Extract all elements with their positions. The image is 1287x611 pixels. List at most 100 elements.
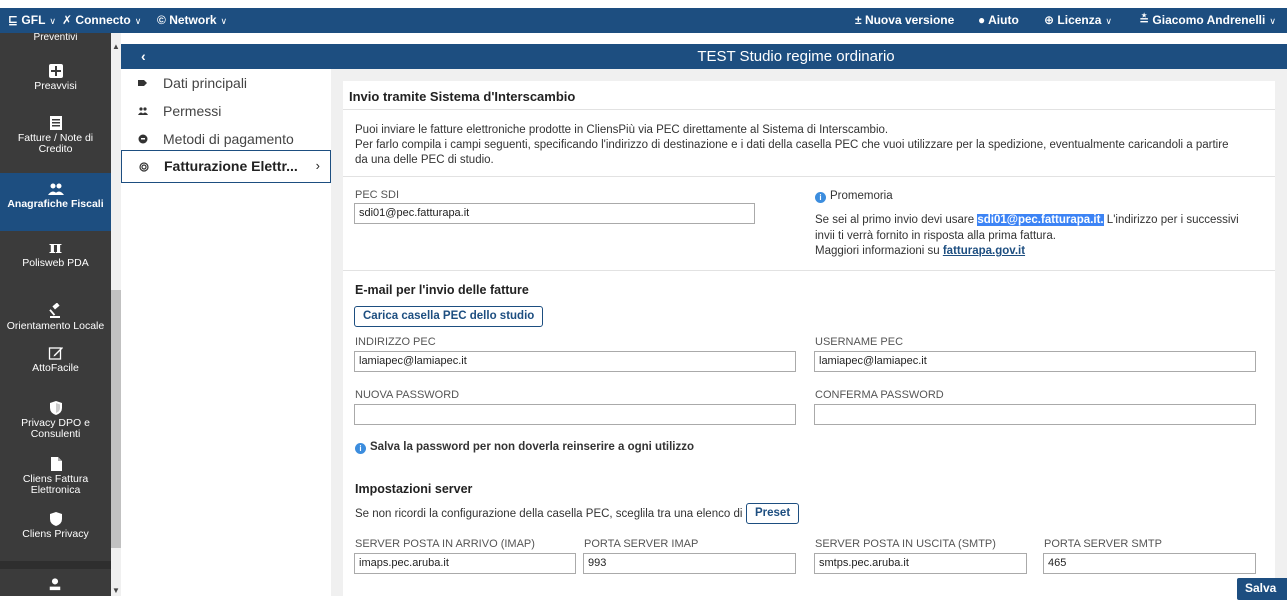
intro-text-2: Per farlo compila i campi seguenti, spec… (355, 139, 1229, 151)
network-label: Network (169, 13, 217, 27)
email-section-title: E-mail per l'invio delle fatture (355, 283, 529, 297)
sidebar-item-attofacile[interactable]: AttoFacile (0, 345, 111, 385)
intro-text-3: da una delle PEC di studio. (355, 154, 494, 166)
smtp-server-label: SERVER POSTA IN USCITA (SMTP) (815, 538, 996, 550)
signal-icon (139, 162, 149, 172)
sidebar-item-anagrafiche[interactable]: Anagrafiche Fiscali (0, 173, 111, 231)
conferma-password-input[interactable] (814, 404, 1256, 425)
help-icon: ● (978, 13, 986, 27)
sidebar-item-label: Preavvisi (34, 80, 77, 92)
divider (343, 176, 1275, 177)
promemoria-line-2: invii ti verrà fornito in risposta alla … (815, 230, 1056, 242)
sidebar-item-polisweb[interactable]: π Polisweb PDA (0, 236, 111, 286)
sidebar-item-cliens-fattura[interactable]: Cliens Fattura Elettronica (0, 456, 111, 504)
sidebar-item-label: Anagrafiche Fiscali (7, 198, 104, 210)
submenu-item-dati-principali[interactable]: Dati principali (121, 69, 331, 97)
tag-icon (138, 80, 147, 86)
imap-port-label: PORTA SERVER IMAP (584, 538, 699, 550)
sidebar-divider (0, 561, 111, 569)
licenza-menu[interactable]: ⊕ Licenza ∨ (1044, 8, 1112, 33)
chevron-down-icon: ∨ (134, 16, 142, 26)
sidebar-item-label: Cliens Privacy (22, 528, 89, 540)
save-password-note[interactable]: i Salva la password per non doverla reins… (355, 439, 694, 455)
smtp-port-input[interactable]: 465 (1043, 553, 1256, 574)
indirizzo-pec-input[interactable]: lamiapec@lamiapec.it (354, 351, 796, 372)
pec-sdi-input[interactable]: sdi01@pec.fatturapa.it (354, 203, 755, 224)
indirizzo-pec-label: INDIRIZZO PEC (355, 336, 436, 348)
content-area: Invio tramite Sistema d'Interscambio Puo… (331, 69, 1287, 611)
nuova-versione-label: Nuova versione (864, 13, 955, 27)
connecto-menu[interactable]: ✗ Connecto ∨ (62, 8, 141, 33)
sdi-panel: Invio tramite Sistema d'Interscambio Puo… (343, 81, 1275, 611)
document-list-icon (49, 116, 62, 130)
chevron-down-icon: ∨ (49, 16, 56, 26)
page-title: TEST Studio regime ordinario (697, 48, 895, 65)
sidebar: Preventivi Preavvisi Fatture / Note di C… (0, 33, 111, 596)
users-icon (138, 107, 148, 115)
nuova-password-input[interactable] (354, 404, 796, 425)
promemoria-heading: i Promemoria (815, 188, 893, 204)
load-studio-pec-button[interactable]: Carica casella PEC dello studio (354, 306, 544, 327)
upload-icon: ± (855, 13, 862, 27)
panel-title: Invio tramite Sistema d'Interscambio (349, 89, 576, 104)
top-band (0, 0, 1287, 8)
sidebar-item-preavvisi[interactable]: Preavvisi (0, 57, 111, 103)
connecto-icon: ✗ (62, 13, 73, 27)
pec-sdi-label: PEC SDI (355, 189, 400, 201)
user-icon[interactable] (48, 577, 62, 591)
server-section-title: Impostazioni server (355, 482, 473, 496)
top-bar: ⊑ GFL ∨ ✗ Connecto ∨ © Network ∨ ± Nuova ve… (0, 8, 1287, 33)
sidebar-item-preventivi[interactable]: Preventivi (0, 33, 111, 47)
promemoria-line-3: Maggiori informazioni su fatturapa.gov.i… (815, 243, 1025, 259)
submenu-item-permessi[interactable]: Permessi (121, 97, 331, 125)
sidebar-scrollbar-thumb[interactable] (111, 290, 121, 548)
nuova-versione-link[interactable]: ± Nuova versione (855, 8, 954, 33)
sidebar-item-label: Orientamento Locale (6, 320, 105, 332)
sidebar-item-fatture[interactable]: Fatture / Note di Credito (0, 113, 111, 171)
shield-filled-icon (49, 512, 62, 526)
imap-port-input[interactable]: 993 (583, 553, 796, 574)
info-icon: i (355, 443, 366, 454)
fatturapa-link[interactable]: fatturapa.gov.it (943, 245, 1025, 257)
gavel-icon (48, 303, 60, 318)
preset-button[interactable]: Preset (746, 503, 800, 524)
username-pec-input[interactable]: lamiapec@lamiapec.it (814, 351, 1256, 372)
licenza-label: Licenza (1057, 13, 1102, 27)
username-pec-label: USERNAME PEC (815, 336, 904, 348)
scroll-down-icon[interactable]: ▼ (111, 586, 121, 596)
sidebar-item-privacy-dpo[interactable]: Privacy DPO e Consulenti (0, 398, 111, 454)
submenu-item-fatturazione-elettronica[interactable]: Fatturazione Elettr... › (121, 150, 331, 183)
user-label: Giacomo Andrenelli (1152, 13, 1266, 27)
gfl-menu[interactable]: ⊑ GFL ∨ (8, 8, 56, 33)
aiuto-label: Aiuto (988, 13, 1019, 27)
promemoria-line-1: Se sei al primo invio devi usare sdi01@p… (815, 212, 1239, 228)
submenu-item-label: Fatturazione Elettr... (164, 158, 298, 174)
license-icon: ⊕ (1044, 13, 1055, 27)
divider (343, 270, 1275, 271)
aiuto-link[interactable]: ● Aiuto (978, 8, 1019, 33)
server-hint: Se non ricordi la configurazione della c… (355, 508, 743, 520)
chevron-right-icon: › (315, 158, 320, 173)
imap-server-input[interactable]: imaps.pec.aruba.it (354, 553, 576, 574)
chevron-down-icon: ∨ (1269, 16, 1276, 26)
network-menu[interactable]: © Network ∨ (157, 8, 227, 33)
save-button[interactable]: Salva (1237, 578, 1287, 600)
sidebar-item-cliens-privacy[interactable]: Cliens Privacy (0, 511, 111, 551)
promemoria-text: Maggiori informazioni su (815, 245, 943, 257)
scroll-up-icon[interactable]: ▲ (111, 42, 121, 52)
smtp-server-input[interactable]: smtps.pec.aruba.it (814, 553, 1027, 574)
user-menu[interactable]: ≛ Giacomo Andrenelli ∨ (1139, 8, 1276, 33)
promemoria-text: L'indirizzo per i successivi (1103, 214, 1239, 226)
chevron-down-icon: ∨ (220, 16, 228, 26)
submenu: Dati principali Permessi Metodi di pagam… (121, 69, 331, 596)
users-icon (47, 183, 64, 195)
sidebar-item-label: Preventivi (33, 33, 78, 43)
network-icon: © (157, 13, 166, 27)
submenu-item-metodi-pagamento[interactable]: Metodi di pagamento (121, 125, 331, 153)
plus-square-icon (48, 64, 63, 78)
imap-server-label: SERVER POSTA IN ARRIVO (IMAP) (355, 538, 535, 550)
connecto-label: Connecto (75, 13, 131, 27)
file-icon (50, 457, 62, 471)
user-icon: ≛ (1139, 13, 1150, 27)
submenu-item-label: Permessi (163, 103, 222, 119)
